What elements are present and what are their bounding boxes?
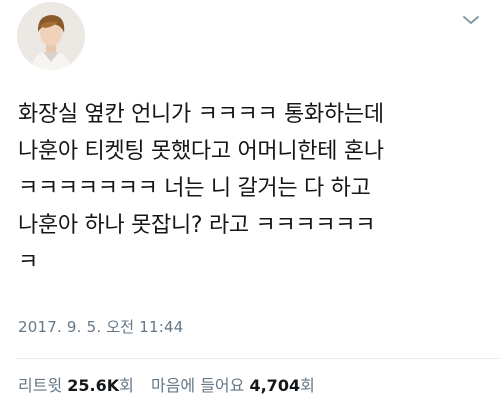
tweet-timestamp[interactable]: 2017. 9. 5. 오전 11:44 bbox=[18, 316, 183, 337]
avatar[interactable] bbox=[17, 2, 85, 70]
retweet-stat[interactable]: 리트윗 25.6K회 bbox=[18, 372, 134, 396]
like-unit: 회 bbox=[300, 376, 315, 395]
like-stat[interactable]: 마음에 들어요 4,704회 bbox=[151, 372, 315, 396]
retweet-unit: 회 bbox=[119, 376, 134, 395]
tweet-text-line: 나훈아 티켓팅 못했다고 어머니한테 혼나 bbox=[18, 139, 384, 164]
chevron-down-icon[interactable] bbox=[462, 14, 480, 26]
avatar-image bbox=[17, 2, 85, 70]
tweet-text-line: 나훈아 하나 못잡니? 라고 ㅋㅋㅋㅋㅋㅋ bbox=[18, 213, 376, 238]
tweet-text-line: ㅋㅋㅋㅋㅋㅋㅋ 너는 니 갈거는 다 하고 bbox=[18, 176, 371, 201]
tweet-stats: 리트윗 25.6K회 마음에 들어요 4,704회 bbox=[18, 372, 327, 396]
tweet-text: 화장실 옆칸 언니가 ㅋㅋㅋㅋ 통화하는데 나훈아 티켓팅 못했다고 어머니한테… bbox=[18, 96, 488, 281]
retweet-label: 리트윗 bbox=[18, 376, 63, 395]
retweet-count: 25.6K bbox=[67, 376, 120, 395]
tweet-text-line: 화장실 옆칸 언니가 ㅋㅋㅋㅋ 통화하는데 bbox=[18, 102, 384, 127]
tweet-text-line: ㅋ bbox=[18, 250, 38, 275]
divider bbox=[16, 358, 500, 359]
like-count: 4,704 bbox=[249, 376, 301, 395]
tweet-card: 화장실 옆칸 언니가 ㅋㅋㅋㅋ 통화하는데 나훈아 티켓팅 못했다고 어머니한테… bbox=[0, 0, 500, 414]
like-label: 마음에 들어요 bbox=[150, 376, 245, 395]
